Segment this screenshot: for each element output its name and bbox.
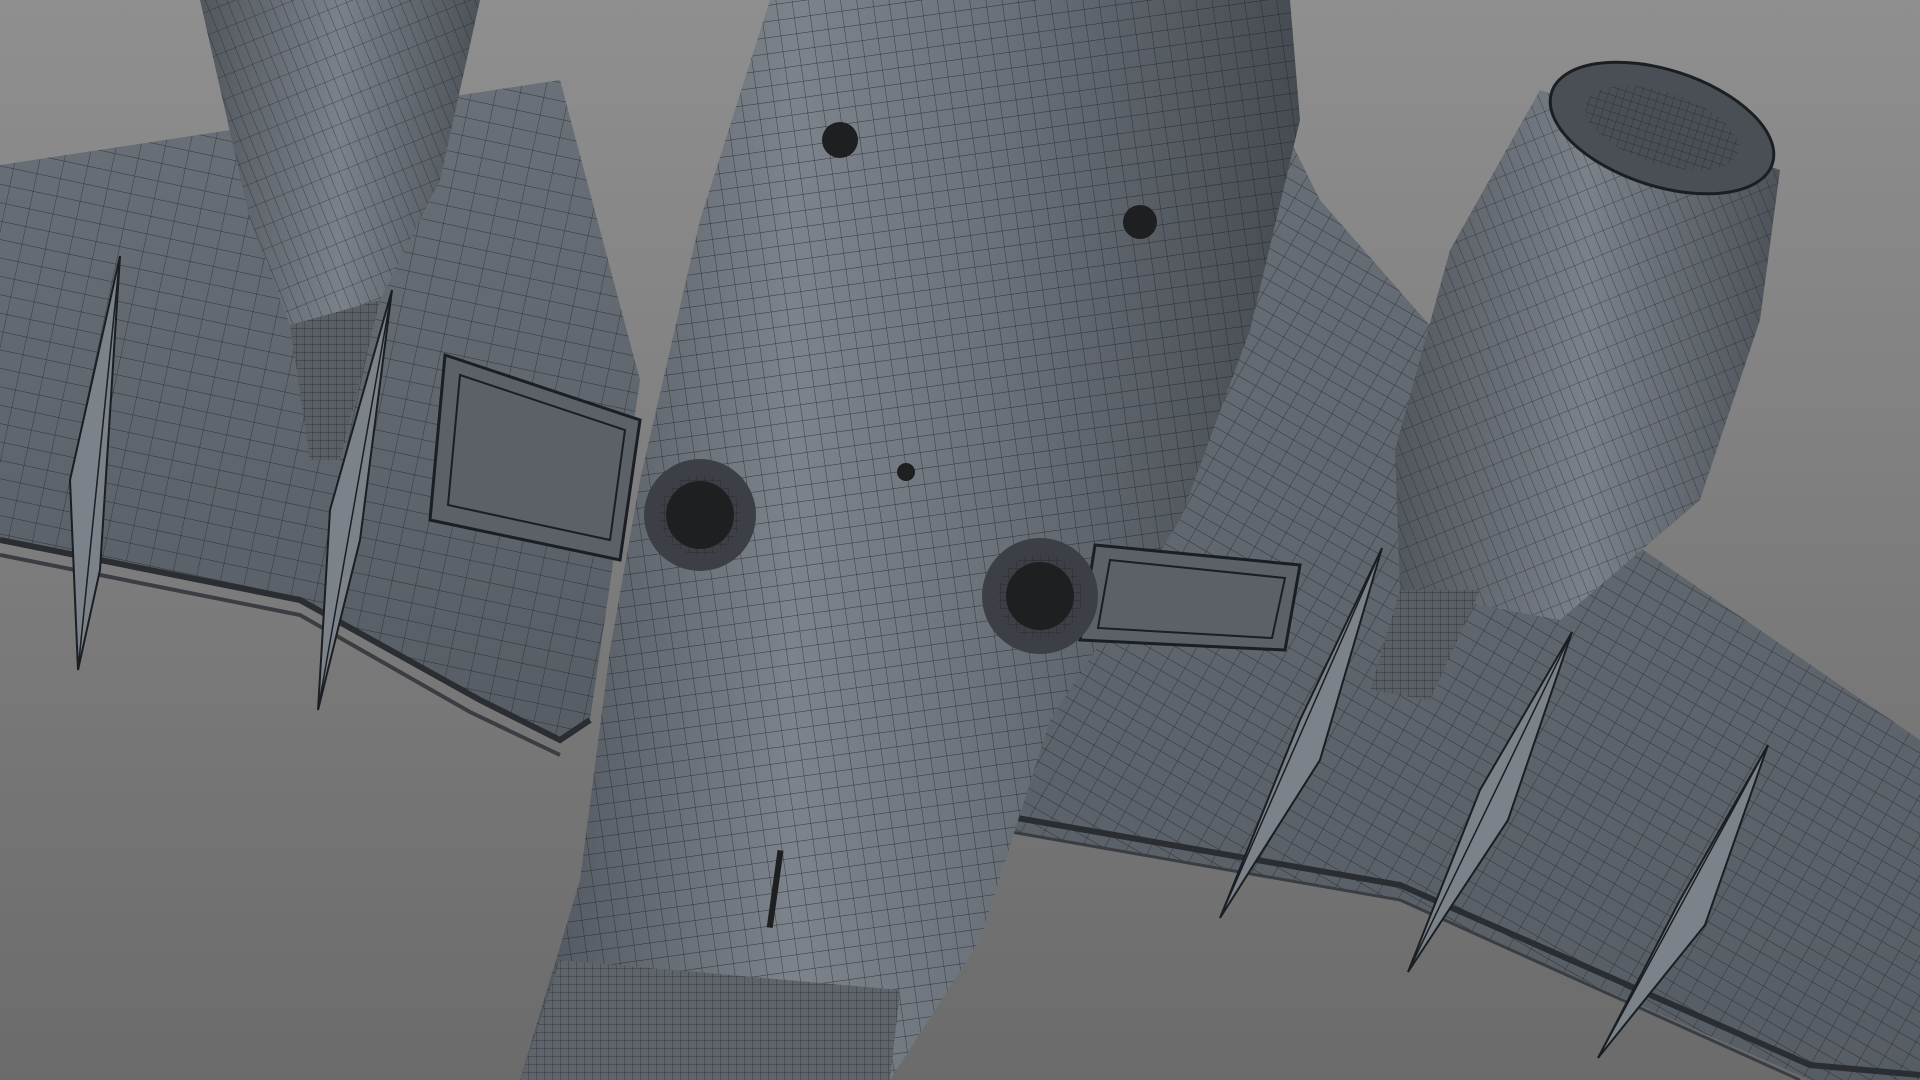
vent-hole-3 [897, 463, 915, 481]
aircraft-render[interactable] [0, 0, 1920, 1080]
vent-hole-2 [1123, 205, 1157, 239]
vent-hole-1 [822, 122, 858, 158]
3d-viewport[interactable] [0, 0, 1920, 1080]
